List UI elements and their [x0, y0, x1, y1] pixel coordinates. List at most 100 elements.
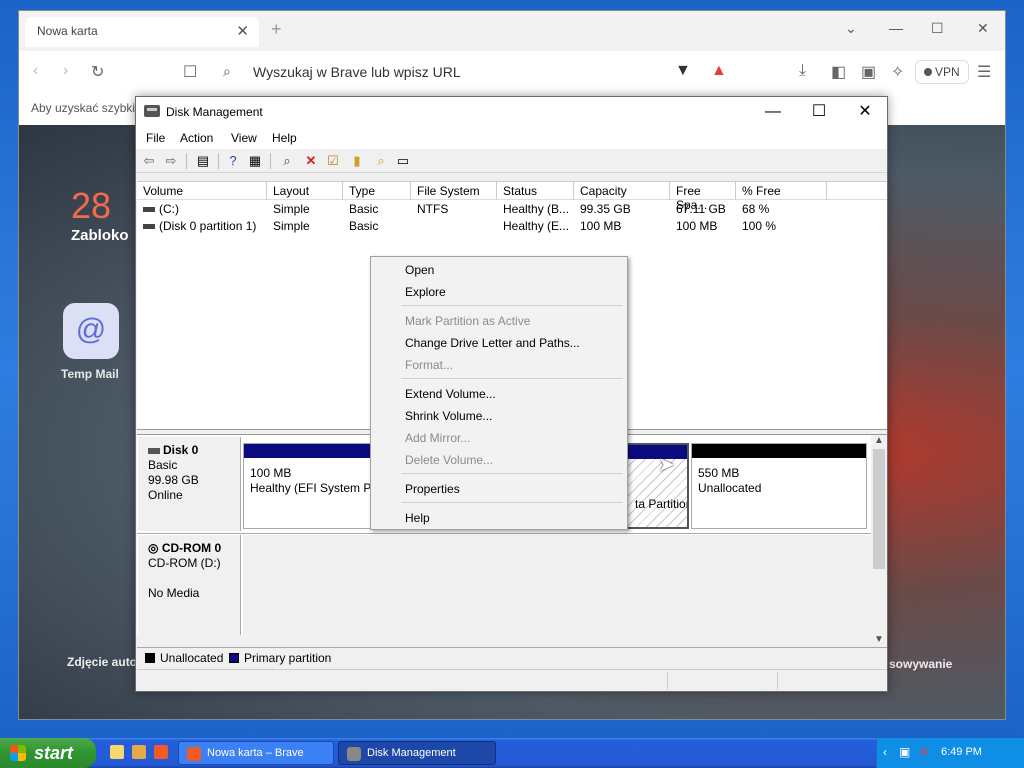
menu-item-help[interactable]: Help: [405, 511, 430, 525]
new-tab-icon[interactable]: +: [271, 19, 282, 40]
menu-action[interactable]: Action: [180, 131, 213, 145]
volume-icon: [143, 207, 155, 213]
efi-partition[interactable]: 100 MB Healthy (EFI System P: [243, 443, 371, 529]
show-hidden-icons-icon[interactable]: ‹: [883, 745, 887, 759]
help-icon[interactable]: ?: [224, 153, 242, 169]
close-icon[interactable]: ✕: [977, 20, 989, 37]
brave-rewards-icon[interactable]: ▲: [711, 62, 727, 80]
top-site-tile[interactable]: @: [63, 303, 119, 359]
sidebar-icon[interactable]: ◧: [831, 62, 846, 82]
network-icon[interactable]: ▣: [899, 745, 910, 759]
properties-icon[interactable]: ▦: [246, 153, 264, 169]
menu-file[interactable]: File: [146, 131, 165, 145]
menu-view[interactable]: View: [231, 131, 257, 145]
close-icon[interactable]: ✕: [842, 101, 888, 123]
legend-swatch-unallocated: [145, 653, 155, 663]
column-header[interactable]: Capacity: [574, 182, 670, 200]
minimize-icon[interactable]: —: [750, 101, 796, 123]
menu-item-change-drive-letter[interactable]: Change Drive Letter and Paths...: [405, 336, 580, 350]
connect-icon[interactable]: ⌕: [278, 153, 296, 169]
menu-item-properties[interactable]: Properties: [405, 482, 460, 496]
disk-0-label[interactable]: Disk 0 Basic 99.98 GB Online: [138, 437, 241, 531]
menu-item-extend-volume[interactable]: Extend Volume...: [405, 387, 496, 401]
toolbar: ⇦ ⇨ ▤ ? ▦ ⌕ ✕ ☑ ▮ ⌕ ▭: [136, 149, 887, 173]
forward-icon[interactable]: ›: [63, 62, 68, 80]
vertical-scrollbar[interactable]: ▲ ▼: [871, 435, 887, 645]
search-folder-icon[interactable]: ⌕: [372, 153, 390, 169]
cdrom-0-label[interactable]: ◎ CD-ROM 0 CD-ROM (D:) No Media: [138, 535, 241, 635]
disk-management-icon: [144, 105, 160, 117]
window-title: Disk Management: [166, 105, 263, 119]
column-header[interactable]: Layout: [267, 182, 343, 200]
dm-titlebar: Disk Management — ☐ ✕: [136, 97, 887, 127]
taskbar-item-brave[interactable]: Nowa karta – Brave: [178, 741, 334, 765]
menu-item-mark-active: Mark Partition as Active: [405, 314, 531, 328]
scroll-thumb[interactable]: [873, 449, 885, 569]
show-hide-tree-icon[interactable]: ▤: [194, 153, 212, 169]
unallocated-space[interactable]: 550 MB Unallocated: [691, 443, 867, 529]
menu-icon[interactable]: ☰: [977, 62, 991, 82]
url-bar[interactable]: ⌕ Wyszukaj w Brave lub wpisz URL: [215, 58, 679, 86]
menu-item-open[interactable]: Open: [405, 263, 434, 277]
cdrom-area: [243, 535, 871, 635]
start-button[interactable]: start: [0, 738, 96, 768]
scroll-down-icon[interactable]: ▼: [874, 634, 884, 645]
delete-icon[interactable]: ✕: [302, 153, 320, 169]
menu-item-explore[interactable]: Explore: [405, 285, 446, 299]
free-cell: 67.11 GB: [676, 202, 726, 216]
back-icon[interactable]: ⇦: [140, 153, 158, 169]
open-folder-icon[interactable]: ▮: [348, 153, 366, 169]
forward-icon[interactable]: ⇨: [162, 153, 180, 169]
menu-item-shrink-volume[interactable]: Shrink Volume...: [405, 409, 492, 423]
context-menu: Open Explore Mark Partition as Active Ch…: [370, 256, 628, 530]
capacity-cell: 100 MB: [580, 219, 622, 233]
menu-help[interactable]: Help: [272, 131, 297, 145]
vpn-label: VPN: [935, 65, 960, 79]
at-sign-icon: @: [75, 313, 107, 346]
volume-name: (Disk 0 partition 1): [143, 219, 256, 233]
clock-widget: 28: [71, 185, 112, 226]
browser-tab[interactable]: Nowa karta ✕: [25, 17, 259, 47]
column-header[interactable]: % Free: [736, 182, 827, 200]
customize-text[interactable]: sowywanie: [889, 657, 952, 671]
legend-unallocated: Unallocated: [160, 651, 224, 665]
reload-icon[interactable]: ↻: [91, 62, 104, 82]
menu-item-format: Format...: [405, 358, 454, 372]
check-icon[interactable]: ☑: [324, 153, 342, 169]
settings-icon[interactable]: ▭: [394, 153, 412, 169]
leo-ai-icon[interactable]: ✧: [891, 62, 904, 82]
column-header[interactable]: File System: [411, 182, 497, 200]
bookmark-icon[interactable]: ☐: [183, 62, 197, 82]
column-header[interactable]: Volume: [137, 182, 267, 200]
browser-tabbar: Nowa karta ✕ + ⌄ — ☐ ✕: [19, 11, 1005, 51]
disk-icon: [148, 447, 160, 454]
mouse-pointer-icon: ➤: [658, 454, 675, 476]
tab-list-icon[interactable]: ⌄: [845, 20, 857, 37]
file-explorer-icon[interactable]: [110, 745, 124, 759]
volume-muted-icon[interactable]: ✕: [919, 745, 929, 759]
maximize-icon[interactable]: ☐: [931, 20, 944, 37]
city-label: Zabloko: [71, 227, 129, 244]
vpn-button[interactable]: VPN: [915, 60, 969, 84]
column-header[interactable]: Free Spa...: [670, 182, 736, 212]
column-header[interactable]: Type: [343, 182, 411, 200]
clock[interactable]: 6:49 PM: [941, 746, 982, 758]
wallet-icon[interactable]: ▣: [861, 62, 876, 82]
scroll-up-icon[interactable]: ▲: [874, 435, 884, 446]
pct-free-cell: 68 %: [742, 202, 770, 216]
maximize-icon[interactable]: ☐: [796, 101, 842, 123]
legend-primary: Primary partition: [244, 651, 332, 665]
type-cell: Basic: [349, 219, 379, 233]
url-placeholder: Wyszukaj w Brave lub wpisz URL: [253, 64, 461, 80]
brave-shields-icon[interactable]: ▼: [675, 62, 691, 80]
top-site-label: Temp Mail: [61, 367, 119, 381]
downloads-icon[interactable]: ⤓: [799, 62, 806, 80]
column-header[interactable]: Status: [497, 182, 574, 200]
close-tab-icon[interactable]: ✕: [236, 22, 249, 40]
taskbar-item-disk-management[interactable]: Disk Management: [338, 741, 496, 765]
back-icon[interactable]: ‹: [33, 62, 38, 80]
folder-icon[interactable]: [132, 745, 146, 759]
brave-icon[interactable]: [154, 745, 168, 759]
minimize-icon[interactable]: —: [889, 20, 903, 36]
photo-credit[interactable]: Zdjęcie auto: [67, 655, 137, 669]
